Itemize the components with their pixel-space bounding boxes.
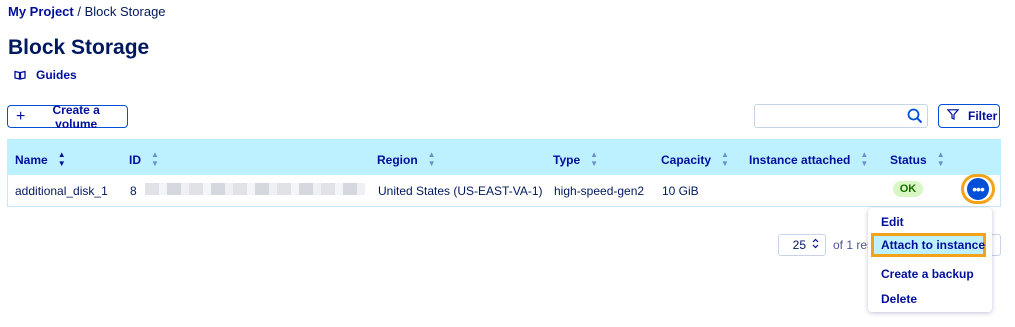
menu-item-create-backup[interactable]: Create a backup [881, 267, 974, 281]
page-title: Block Storage [8, 36, 150, 59]
cell-type: high-speed-gen2 [554, 184, 645, 198]
guides-link[interactable]: Guides [14, 68, 77, 82]
plus-icon: + [16, 107, 26, 125]
filter-icon [946, 109, 960, 123]
table-row: additional_disk_1 8 United States (US-EA… [7, 175, 1001, 207]
cell-capacity: 10 GiB [662, 184, 699, 198]
volumes-table: Name ▲ ▼ ID ▲ ▼ Region ▲ ▼ Type ▲ ▼ Capacity… [7, 139, 1001, 207]
sort-icon: ▲ ▼ [860, 150, 869, 168]
breadcrumb-my-project[interactable]: My Project [8, 4, 74, 19]
cell-region: United States (US-EAST-VA-1) [378, 184, 543, 198]
column-header-name[interactable]: Name ▲ ▼ [15, 151, 66, 168]
cell-id-prefix: 8 [130, 184, 137, 198]
sort-icon: ▲ ▼ [151, 150, 159, 168]
search-icon[interactable] [907, 108, 923, 129]
search-box [754, 104, 928, 128]
menu-item-attach-to-instance[interactable]: Attach to instance [871, 233, 986, 257]
filter-label: Filter [968, 109, 998, 123]
column-header-instance-attached[interactable]: Instance attached ▲ ▼ [749, 151, 868, 168]
column-header-status[interactable]: Status ▲ ▼ [890, 151, 945, 168]
row-actions-button[interactable]: ••• [961, 174, 995, 204]
more-horizontal-icon: ••• [967, 178, 989, 200]
filter-button[interactable]: Filter [938, 104, 1000, 128]
create-volume-label: Create a volume [52, 102, 100, 131]
column-header-capacity[interactable]: Capacity ▲ ▼ [661, 151, 729, 168]
cell-name: additional_disk_1 [15, 184, 108, 198]
column-header-id[interactable]: ID ▲ ▼ [129, 151, 159, 168]
page-size-value: 25 [792, 238, 806, 252]
sort-icon: ▲ ▼ [936, 150, 945, 168]
sort-icon: ▲ ▼ [57, 150, 66, 168]
breadcrumb-current: Block Storage [84, 4, 166, 19]
breadcrumb-separator: / [73, 4, 85, 19]
column-header-type[interactable]: Type ▲ ▼ [553, 151, 598, 168]
book-icon [14, 70, 26, 80]
column-header-region[interactable]: Region ▲ ▼ [377, 151, 436, 168]
select-arrows-icon [812, 238, 819, 252]
menu-item-delete[interactable]: Delete [881, 292, 917, 306]
table-header: Name ▲ ▼ ID ▲ ▼ Region ▲ ▼ Type ▲ ▼ Capacity… [7, 139, 1001, 175]
row-actions-menu: Edit Attach to instance Create a backup … [868, 208, 992, 312]
create-volume-button[interactable]: + Create a volume [7, 102, 128, 131]
sort-icon: ▲ ▼ [721, 150, 729, 168]
guides-label: Guides [36, 68, 77, 82]
sort-icon: ▲ ▼ [427, 150, 436, 168]
search-input[interactable] [759, 107, 903, 127]
sort-icon: ▲ ▼ [590, 150, 599, 168]
breadcrumb: My Project / Block Storage [8, 4, 166, 19]
status-badge: OK [893, 181, 923, 197]
redacted-id [145, 183, 365, 195]
menu-item-edit[interactable]: Edit [881, 215, 904, 229]
page-size-select[interactable]: 25 [778, 234, 826, 256]
